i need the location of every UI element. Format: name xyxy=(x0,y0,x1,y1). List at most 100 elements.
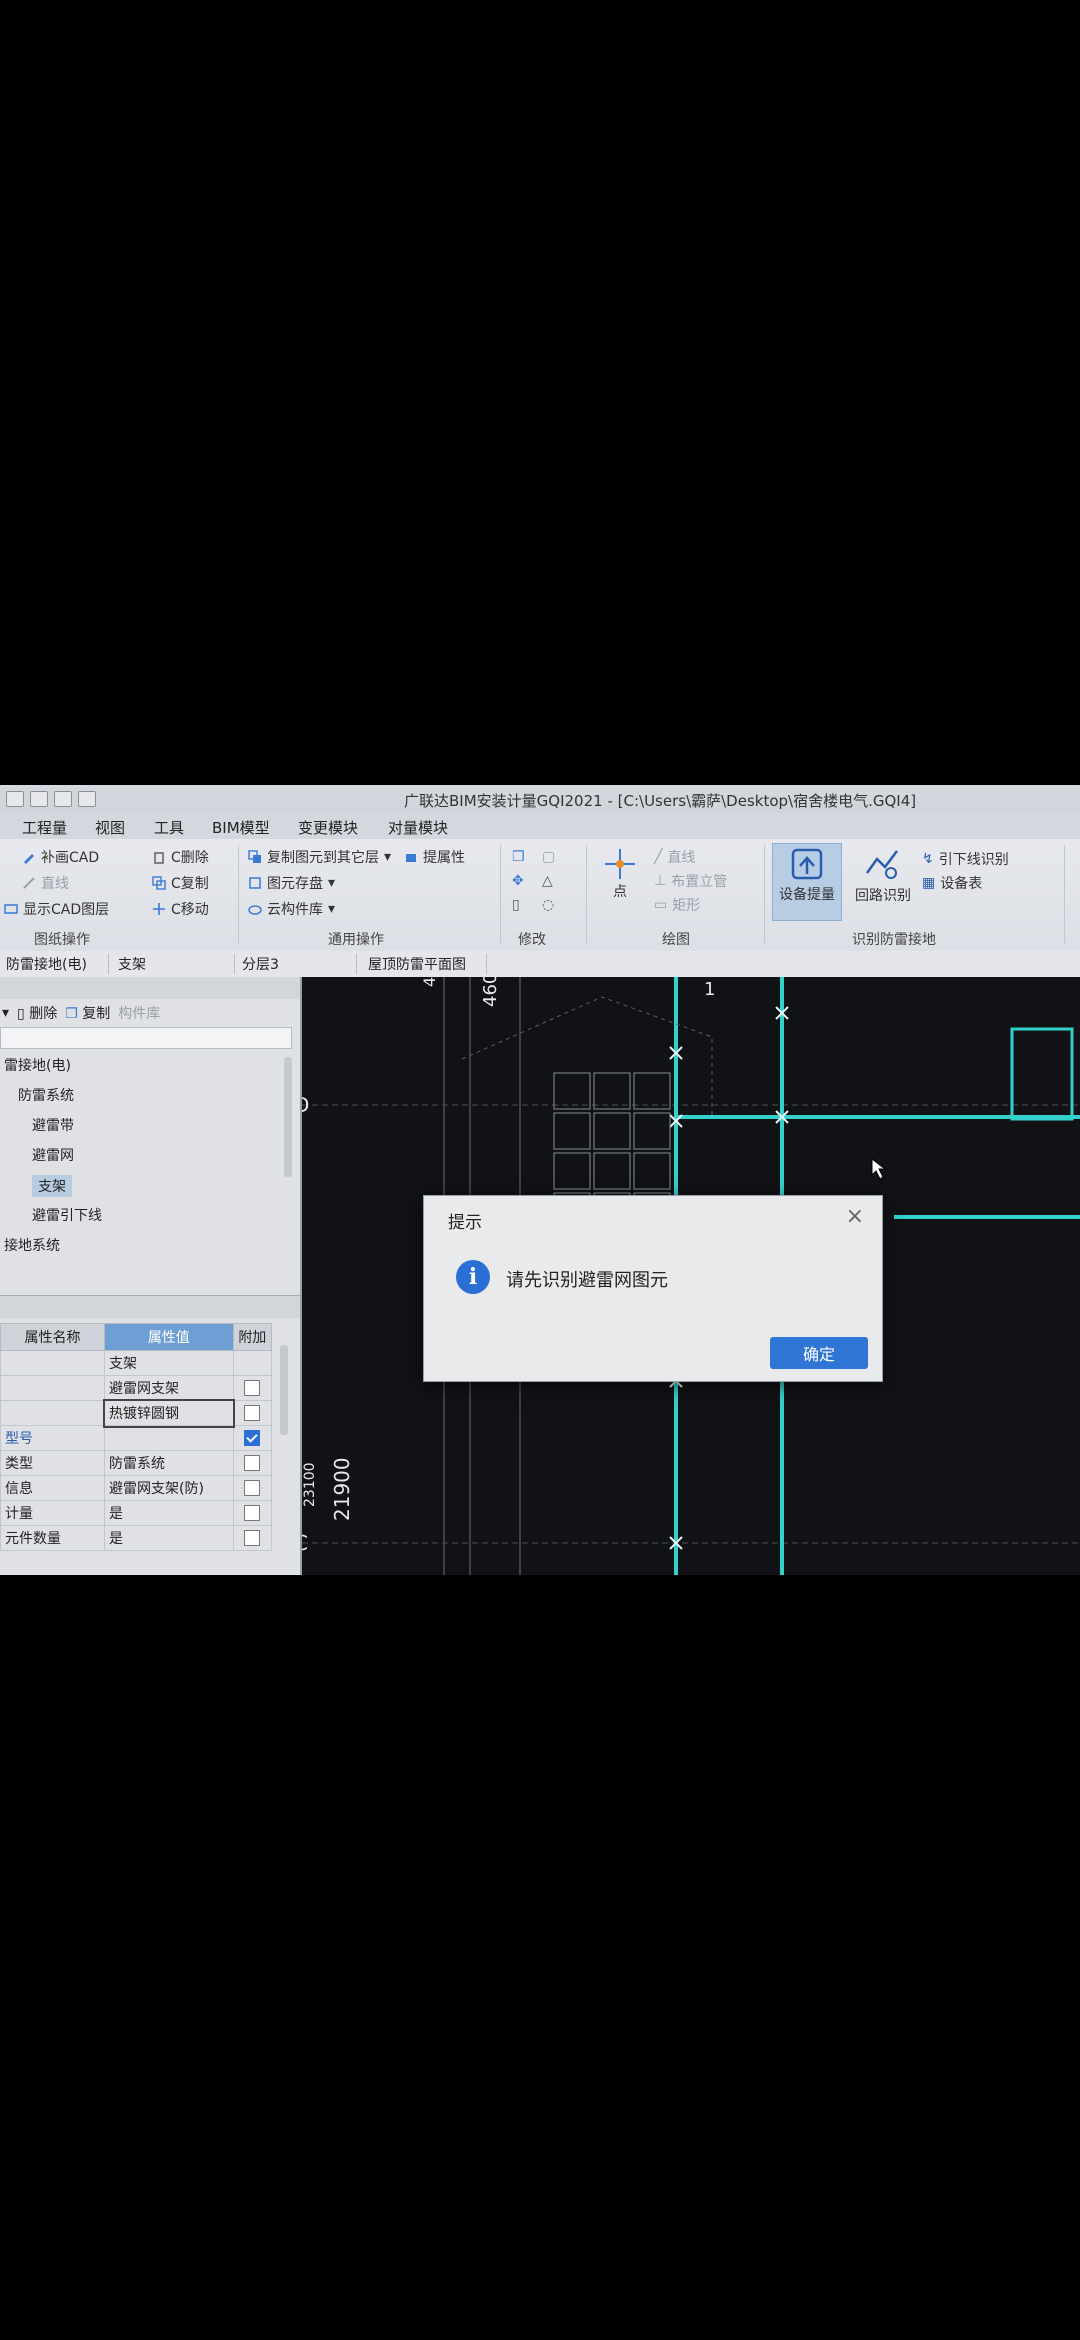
copy-component-button[interactable]: ❐ 复制 xyxy=(65,1003,110,1023)
prop-value-cell[interactable]: 避雷网支架(防) xyxy=(104,1475,234,1501)
tree-item[interactable]: 支架 xyxy=(32,1175,72,1197)
menu-reconcile-module[interactable]: 对量模块 xyxy=(388,817,448,838)
attach-checkbox[interactable] xyxy=(244,1430,261,1446)
rotate-icon[interactable]: ◌ xyxy=(542,897,564,913)
tree-item[interactable]: 避雷带 xyxy=(32,1115,74,1135)
paint-cad-button[interactable]: 补画CAD xyxy=(22,847,99,867)
delete-component-button[interactable]: ▯ 删除 xyxy=(17,1003,57,1023)
attach-checkbox[interactable] xyxy=(244,1405,261,1421)
tree-item[interactable]: 避雷网 xyxy=(32,1145,74,1165)
loop-identify-button[interactable]: 回路识别 xyxy=(850,845,916,905)
menu-quantities[interactable]: 工程量 xyxy=(22,817,67,838)
downlead-identify-button[interactable]: ↯ 引下线识别 xyxy=(922,849,1009,869)
tree-item[interactable]: 雷接地(电) xyxy=(4,1055,71,1075)
riser-icon: ⊥ xyxy=(654,873,667,889)
general-ops-group-label[interactable]: 通用操作 xyxy=(328,929,384,949)
prop-value-cell[interactable] xyxy=(104,1425,234,1451)
device-extract-button[interactable]: 设备提量 xyxy=(772,843,842,921)
prop-extra-cell xyxy=(232,1350,273,1376)
c-delete-label: C删除 xyxy=(171,850,209,866)
table-row: 类型 防雷系统 xyxy=(0,1450,273,1476)
prop-value-cell[interactable]: 支架 xyxy=(104,1350,234,1376)
paint-cad-label: 补画CAD xyxy=(41,850,100,866)
menu-change-module[interactable]: 变更模块 xyxy=(298,817,358,838)
drawing-ops-group-label[interactable]: 图纸操作 xyxy=(34,929,90,949)
layout-riser-button[interactable]: ⊥ 布置立管 xyxy=(654,871,727,891)
attach-checkbox[interactable] xyxy=(244,1530,261,1546)
prop-extra-cell xyxy=(232,1450,273,1476)
copy-icon[interactable]: ❐ xyxy=(512,849,534,865)
draw-point-button[interactable]: 点 xyxy=(600,847,640,901)
copy-icon xyxy=(152,876,166,890)
cloud-lib-button[interactable]: 云构件库 ▾ xyxy=(248,899,335,919)
prop-value-cell[interactable]: 避雷网支架 xyxy=(104,1375,234,1401)
open-file-icon[interactable] xyxy=(30,791,48,807)
attach-checkbox[interactable] xyxy=(244,1455,261,1471)
drawing-select[interactable]: 屋顶防雷平面图 xyxy=(362,954,487,974)
prop-name-cell xyxy=(0,1350,105,1376)
copy-label: 复制 xyxy=(82,1006,111,1022)
c-copy-button[interactable]: C复制 xyxy=(152,873,209,893)
component-search-input[interactable] xyxy=(0,1027,292,1049)
undo-icon[interactable] xyxy=(78,791,96,807)
prop-value-cell[interactable]: 热镀锌圆钢 xyxy=(102,1398,236,1428)
modify-group-label[interactable]: 修改 xyxy=(518,929,546,949)
properties-scrollbar[interactable] xyxy=(280,1345,288,1435)
table-row: 计量是 xyxy=(0,1500,273,1526)
prop-value-cell[interactable]: 防雷系统 xyxy=(104,1450,234,1476)
attach-checkbox[interactable] xyxy=(244,1380,261,1396)
mirror-icon[interactable]: ▢ xyxy=(542,849,564,865)
dimension-23100: 23100 xyxy=(302,1462,318,1507)
menu-bim-model[interactable]: BIM模型 xyxy=(212,817,270,838)
identify-group-label[interactable]: 识别防雷接地 xyxy=(852,929,936,949)
close-icon[interactable]: × xyxy=(846,1204,864,1229)
cad-line-button[interactable]: 直线 xyxy=(22,873,69,893)
device-table-button[interactable]: ▦ 设备表 xyxy=(922,873,982,893)
prop-extra-cell xyxy=(232,1500,273,1526)
pick-attr-label: 提属性 xyxy=(423,850,465,866)
tree-item[interactable]: 接地系统 xyxy=(4,1235,60,1255)
component-lib-button[interactable]: 构件库 xyxy=(118,1003,160,1023)
save-element-icon xyxy=(249,877,261,889)
show-cad-layers-button[interactable]: 显示CAD图层 xyxy=(4,899,109,919)
ok-button[interactable]: 确定 xyxy=(770,1337,868,1369)
dimension-21900: 21900 xyxy=(330,1457,354,1521)
element-save-button[interactable]: 图元存盘 ▾ xyxy=(248,873,335,893)
tree-item[interactable]: 防雷系统 xyxy=(18,1085,74,1105)
draw-rect-button[interactable]: ▭ 矩形 xyxy=(654,895,700,915)
menu-view[interactable]: 视图 xyxy=(95,817,125,838)
attach-checkbox[interactable] xyxy=(244,1480,261,1496)
line-icon xyxy=(23,877,35,889)
tree-item[interactable]: 避雷引下线 xyxy=(32,1205,102,1225)
prop-value-cell[interactable]: 是 xyxy=(104,1525,234,1551)
line-icon: ╱ xyxy=(654,849,663,865)
c-delete-button[interactable]: C删除 xyxy=(152,847,209,867)
c-move-button[interactable]: C移动 xyxy=(152,899,209,919)
component-type-select[interactable]: 支架 xyxy=(112,954,235,974)
table-row: 热镀锌圆钢 xyxy=(0,1398,273,1428)
ribbon-separator xyxy=(500,845,501,943)
menu-tools[interactable]: 工具 xyxy=(154,817,184,838)
discipline-select[interactable]: 防雷接地(电) xyxy=(0,954,109,974)
tree-scrollbar[interactable] xyxy=(284,1057,292,1177)
prop-name-cell: 计量 xyxy=(0,1500,105,1526)
draw-line-button[interactable]: ╱ 直线 xyxy=(654,847,695,867)
loop-identify-icon xyxy=(865,850,898,879)
save-icon[interactable] xyxy=(54,791,72,807)
triangle-icon[interactable]: △ xyxy=(542,873,564,889)
move-icon[interactable]: ✥ xyxy=(512,873,534,889)
prop-name-cell xyxy=(0,1400,105,1426)
prop-value-cell[interactable]: 是 xyxy=(104,1500,234,1526)
downlead-icon: ↯ xyxy=(922,851,934,867)
pick-attr-button[interactable]: 提属性 xyxy=(404,847,465,867)
trash-icon[interactable]: ▯ xyxy=(512,897,534,913)
cad-line-label: 直线 xyxy=(41,876,69,892)
new-file-icon[interactable] xyxy=(6,791,24,807)
cloud-lib-label: 云构件库 xyxy=(267,902,323,918)
new-dropdown-icon[interactable]: ▾ xyxy=(2,1005,9,1021)
floor-select[interactable]: 分层3 xyxy=(236,954,357,974)
copy-to-floors-button[interactable]: 复制图元到其它层 ▾ xyxy=(248,847,391,867)
prop-name-cell: 型号 xyxy=(0,1425,105,1451)
pick-attribute-icon xyxy=(406,854,416,862)
attach-checkbox[interactable] xyxy=(244,1505,261,1521)
